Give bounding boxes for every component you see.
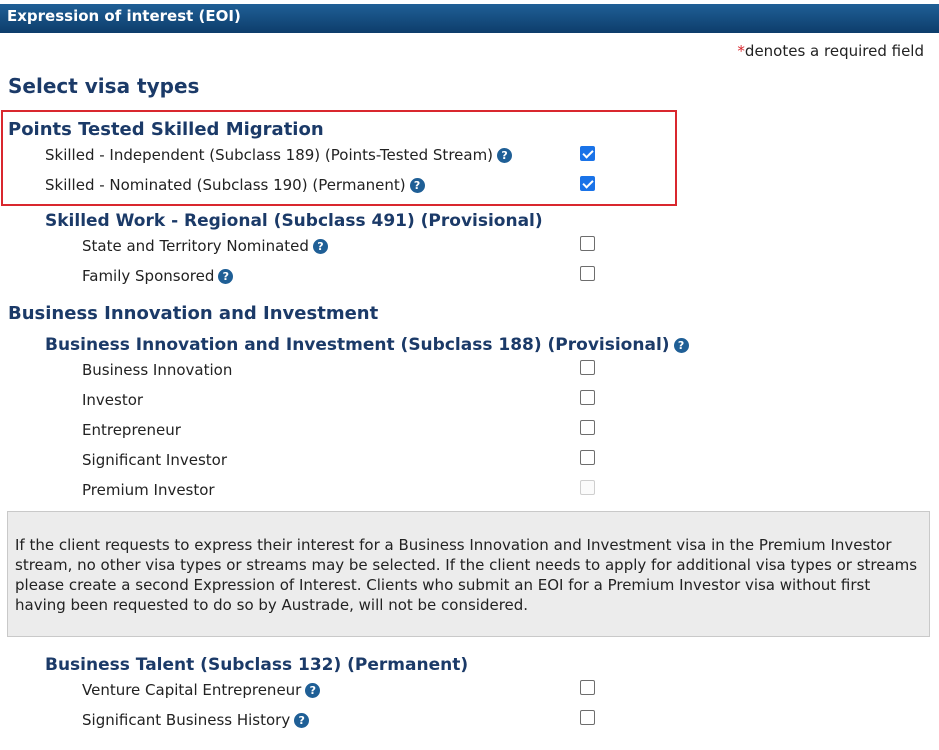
subgroup-title-subclass-188: Business Innovation and Investment (Subc… xyxy=(45,335,689,355)
checkbox-venture-capital-entrepreneur[interactable] xyxy=(580,680,595,695)
checkbox-state-territory-nominated[interactable] xyxy=(580,236,595,251)
required-field-note: *denotes a required field xyxy=(737,42,924,60)
option-label: Venture Capital Entrepreneur xyxy=(82,681,302,699)
help-icon[interactable]: ? xyxy=(312,239,328,254)
help-icon[interactable]: ? xyxy=(218,269,234,284)
section-title: Select visa types xyxy=(8,74,200,98)
option-entrepreneur: Entrepreneur xyxy=(82,421,181,439)
group-title-business-talent: Business Talent (Subclass 132) (Permanen… xyxy=(45,655,469,675)
checkbox-skilled-nominated-190[interactable] xyxy=(580,176,595,191)
option-family-sponsored: Family Sponsored? xyxy=(82,267,234,285)
checkbox-premium-investor xyxy=(580,480,595,495)
help-icon[interactable]: ? xyxy=(294,713,310,728)
page-title: Expression of interest (EOI) xyxy=(7,7,241,25)
required-star: * xyxy=(737,42,745,60)
option-business-innovation: Business Innovation xyxy=(82,361,233,379)
page-header: Expression of interest (EOI) xyxy=(0,0,939,33)
option-skilled-nominated-190: Skilled - Nominated (Subclass 190) (Perm… xyxy=(45,176,425,194)
premium-investor-note: If the client requests to express their … xyxy=(7,511,930,637)
option-significant-business-history: Significant Business History? xyxy=(82,711,310,729)
checkbox-business-innovation[interactable] xyxy=(580,360,595,375)
help-icon[interactable]: ? xyxy=(305,683,321,698)
option-label: State and Territory Nominated xyxy=(82,237,309,255)
option-skilled-independent-189: Skilled - Independent (Subclass 189) (Po… xyxy=(45,146,513,164)
option-label: Significant Business History xyxy=(82,711,291,729)
group-title-points-tested: Points Tested Skilled Migration xyxy=(8,119,324,140)
help-icon[interactable]: ? xyxy=(409,178,425,193)
help-icon[interactable]: ? xyxy=(673,338,689,353)
checkbox-family-sponsored[interactable] xyxy=(580,266,595,281)
help-icon[interactable]: ? xyxy=(497,148,513,163)
option-label: Skilled - Nominated (Subclass 190) (Perm… xyxy=(45,176,406,194)
group-title-business-innovation: Business Innovation and Investment xyxy=(8,303,379,324)
option-state-territory-nominated: State and Territory Nominated? xyxy=(82,237,328,255)
option-investor: Investor xyxy=(82,391,144,409)
option-label: Family Sponsored xyxy=(82,267,215,285)
checkbox-skilled-independent-189[interactable] xyxy=(580,146,595,161)
checkbox-investor[interactable] xyxy=(580,390,595,405)
checkbox-significant-investor[interactable] xyxy=(580,450,595,465)
subgroup-label: Business Innovation and Investment (Subc… xyxy=(45,335,670,355)
option-label: Skilled - Independent (Subclass 189) (Po… xyxy=(45,146,494,164)
option-significant-investor: Significant Investor xyxy=(82,451,228,469)
checkbox-entrepreneur[interactable] xyxy=(580,420,595,435)
checkbox-significant-business-history[interactable] xyxy=(580,710,595,725)
group-title-skilled-work-regional: Skilled Work - Regional (Subclass 491) (… xyxy=(45,211,543,231)
required-note-text: denotes a required field xyxy=(744,42,924,60)
option-venture-capital-entrepreneur: Venture Capital Entrepreneur? xyxy=(82,681,321,699)
option-premium-investor: Premium Investor xyxy=(82,481,215,499)
